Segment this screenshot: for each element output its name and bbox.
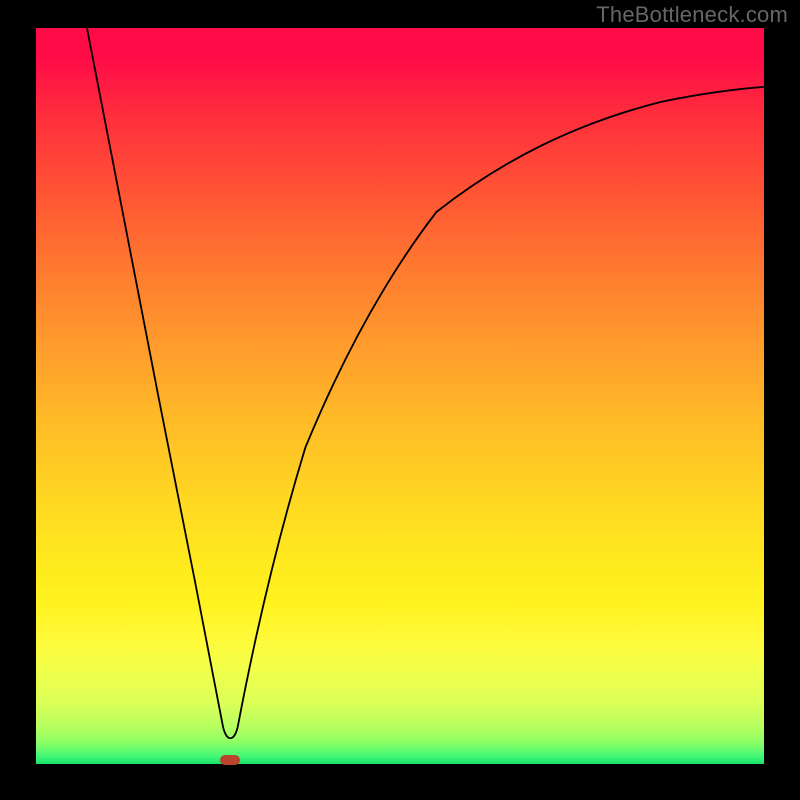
bottleneck-curve: [87, 28, 764, 738]
curve-svg: [36, 28, 764, 764]
plot-area: [36, 28, 764, 764]
minimum-marker: [220, 755, 240, 765]
watermark-text: TheBottleneck.com: [596, 2, 788, 28]
chart-canvas: TheBottleneck.com: [0, 0, 800, 800]
